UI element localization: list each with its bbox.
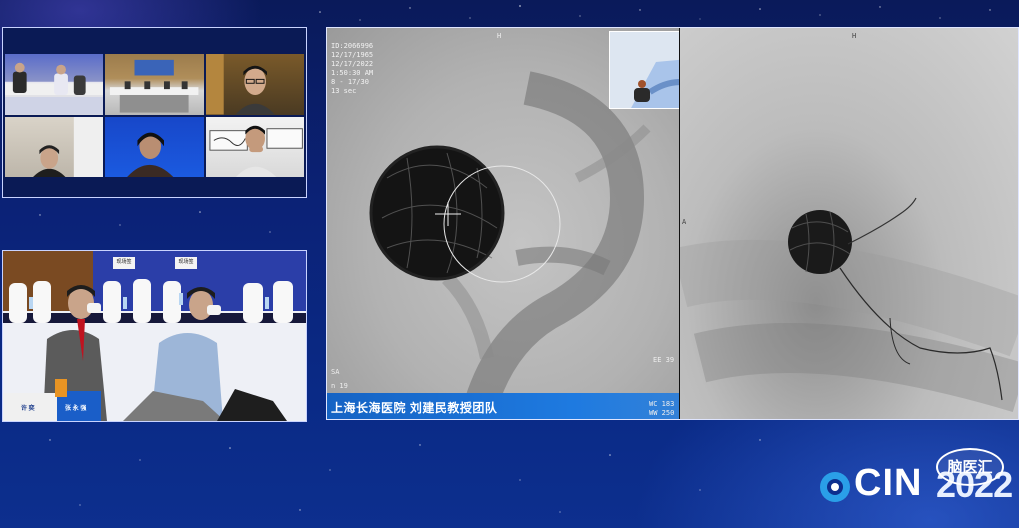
live-camera-feed: 现场签 现场签 许 奕 张 永 强 bbox=[2, 250, 307, 422]
lateral-roadmap bbox=[680, 197, 1018, 412]
blue-background-scene bbox=[126, 132, 175, 177]
scan-overlay-line-6: 13 sec bbox=[331, 87, 357, 95]
right-top-marker: H bbox=[852, 32, 857, 40]
hospital-caption-text: 上海长海医院 刘建民教授团队 bbox=[331, 401, 498, 415]
scan-overlay-line-5: 8 - 17/30 bbox=[331, 78, 369, 86]
backdrop-label-1: 现场签 bbox=[116, 259, 132, 265]
scan-overlay-line-4: 1:50:30 AM bbox=[331, 69, 374, 77]
speaker-scene bbox=[205, 54, 275, 115]
video-conference-grid bbox=[2, 27, 307, 198]
window-width-label: WW 250 bbox=[649, 409, 675, 417]
hospital-caption-bar: 上海长海医院 刘建民教授团队 bbox=[327, 393, 679, 419]
logo-cin-text: CIN bbox=[854, 462, 923, 504]
scan-overlay-line-3: 12/17/2022 bbox=[331, 60, 374, 68]
angiography-lateral-view: H A bbox=[680, 28, 1018, 419]
cin-2022-logo: CIN 2022 脑医汇 bbox=[818, 448, 1018, 520]
conference-room-scene bbox=[5, 62, 104, 115]
operating-room-scene bbox=[610, 32, 679, 108]
table-sign-right: 张 永 强 bbox=[65, 406, 87, 412]
scan-overlay-line-1: ID:2066996 bbox=[331, 42, 374, 50]
operating-room-pip bbox=[609, 31, 679, 109]
left-top-marker: H bbox=[497, 32, 502, 40]
cin-logo-icon bbox=[820, 472, 850, 502]
backdrop-label-2: 现场签 bbox=[178, 259, 194, 265]
ee-label: EE 39 bbox=[653, 356, 675, 364]
left-side-marker: SA bbox=[331, 368, 340, 376]
meeting-hall-scene bbox=[110, 59, 199, 113]
logo-badge: 脑医汇 bbox=[936, 448, 1004, 486]
angiography-display: ID:2066996 12/17/1965 12/17/2022 1:50:30… bbox=[326, 27, 1019, 420]
video-tile-blue-background-participant[interactable] bbox=[105, 116, 204, 177]
scan-overlay-line-2: 12/17/1965 bbox=[331, 51, 374, 59]
video-tile-speaker-glasses[interactable] bbox=[205, 54, 304, 115]
office-scene bbox=[32, 116, 104, 177]
video-tile-conference-room[interactable] bbox=[5, 54, 104, 115]
live-camera-scene bbox=[3, 251, 306, 421]
right-side-marker: A bbox=[682, 218, 687, 226]
video-tile-meeting-hall[interactable] bbox=[105, 54, 204, 115]
frame-number: n 19 bbox=[331, 382, 348, 390]
video-tile-office-participant[interactable] bbox=[5, 116, 104, 177]
angiography-frontal-view: ID:2066996 12/17/1965 12/17/2022 1:50:30… bbox=[327, 28, 679, 419]
window-center-label: WC 183 bbox=[649, 400, 675, 408]
video-tile-calligraphy-room-participant[interactable] bbox=[205, 116, 304, 177]
calligraphy-room-scene bbox=[209, 125, 303, 177]
table-sign-left: 许 奕 bbox=[21, 406, 35, 412]
